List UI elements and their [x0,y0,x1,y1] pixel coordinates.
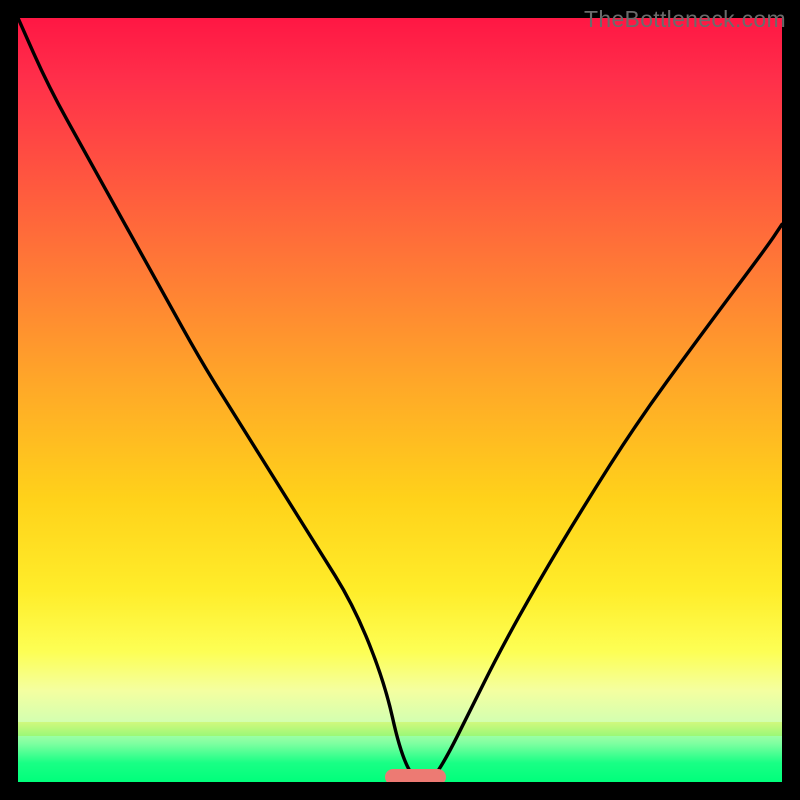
chart-frame: TheBottleneck.com [0,0,800,800]
bottleneck-curve [18,18,782,782]
plot-area [18,18,782,782]
curve-layer [18,18,782,782]
watermark-text: TheBottleneck.com [584,6,786,33]
optimal-marker [385,769,446,782]
